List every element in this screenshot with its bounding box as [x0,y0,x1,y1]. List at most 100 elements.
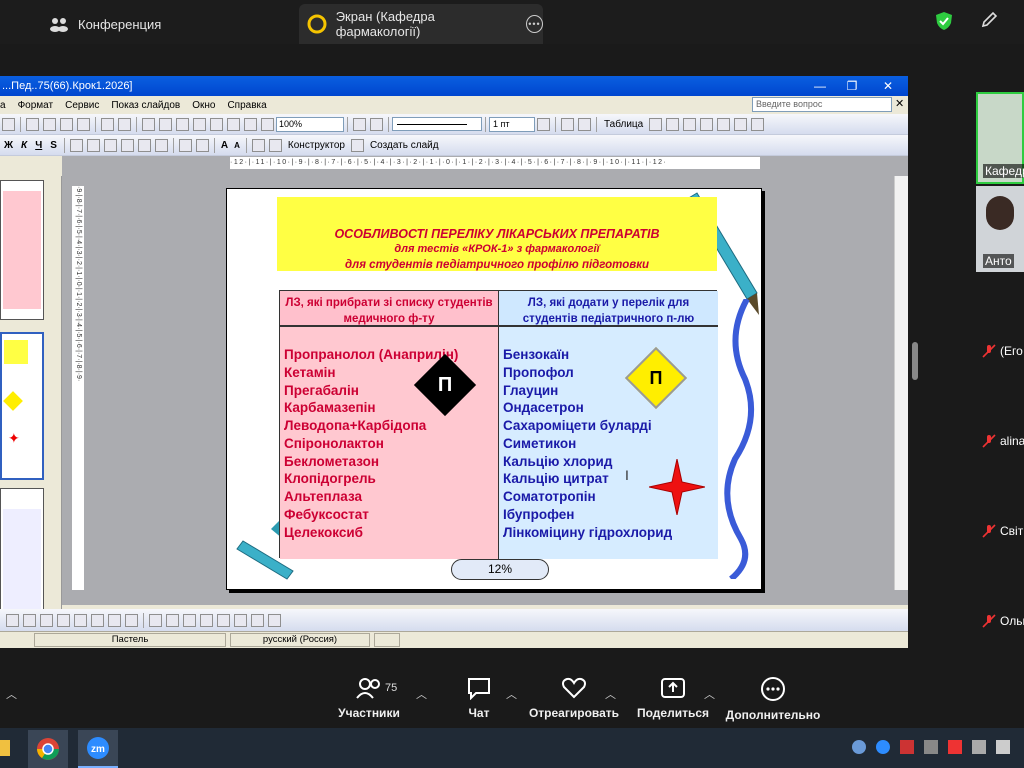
display-tray-icon[interactable] [996,740,1010,754]
mic-tray-icon[interactable] [948,740,962,754]
zoom-select[interactable]: 100% [276,116,344,132]
table-menu-button[interactable]: Таблица [604,119,643,130]
align-left-icon[interactable] [69,138,83,152]
numbering-icon[interactable] [137,138,151,152]
border-color-icon[interactable] [537,117,550,131]
fill-color-icon[interactable] [578,117,591,131]
color-icon[interactable] [261,117,274,131]
more-button[interactable]: Дополнительно [726,676,820,722]
help-search-input[interactable]: Введите вопрос [752,97,892,112]
slide-thumbnail-current[interactable]: ✦ [0,332,44,480]
indent-icon[interactable] [195,138,209,152]
usb-tray-icon[interactable] [972,740,986,754]
vertical-scrollbar[interactable] [894,176,908,590]
panel-resize-handle[interactable] [912,342,918,380]
text-direction-icon[interactable] [178,138,192,152]
menu-window[interactable]: Окно [186,100,221,111]
font-grow-icon[interactable]: A [221,140,228,151]
align-center-icon[interactable] [700,117,714,131]
fill-color-icon[interactable] [149,613,162,627]
close-button[interactable]: ✕ [876,76,900,96]
tables-borders-icon[interactable] [176,117,189,131]
chart-icon[interactable] [142,117,155,131]
eraser-icon[interactable] [370,117,383,131]
split-cells-icon[interactable] [666,117,680,131]
create-slide-button[interactable]: Создать слайд [370,140,439,151]
dash-style-icon[interactable] [217,613,230,627]
ellipse-icon[interactable] [40,613,53,627]
bullets-icon[interactable] [154,138,168,152]
chevron-up-icon[interactable]: ︿ [605,686,616,702]
new-slide-icon[interactable] [350,138,364,152]
menu-slideshow[interactable]: Показ слайдов [105,100,186,111]
line-weight-select[interactable]: 1 пт [489,116,535,132]
constructor-button[interactable]: Конструктор [288,140,345,151]
shadow-style-icon[interactable] [251,613,264,627]
skype-tray-icon[interactable] [852,740,866,754]
justify-icon[interactable] [120,138,134,152]
slide-thumbnail[interactable] [0,180,44,320]
undo-icon[interactable] [101,117,114,131]
clipart-icon[interactable] [108,613,121,627]
format-painter-icon[interactable] [77,117,90,131]
folder-icon[interactable] [0,740,10,756]
bold-icon[interactable]: Ж [4,140,13,151]
zoom-tray-icon[interactable] [876,740,890,754]
borders-icon[interactable] [561,117,574,131]
grid-icon[interactable] [244,117,257,131]
distribute-rows-icon[interactable] [734,117,748,131]
chevron-up-icon[interactable]: ︿ [704,686,715,702]
chevron-up-icon[interactable]: ︿ [6,686,17,702]
maximize-button[interactable]: ❐ [840,76,864,96]
hyperlink-icon[interactable] [210,117,223,131]
menu-service[interactable]: Сервис [59,100,105,111]
minimize-button[interactable]: — [808,76,832,96]
expand-icon[interactable] [227,117,240,131]
align-bottom-icon[interactable] [717,117,731,131]
font-color-icon[interactable] [183,613,196,627]
textbox-icon[interactable] [57,613,70,627]
design-icon[interactable] [268,138,282,152]
annotate-pen-icon[interactable] [979,10,999,35]
more-options-icon[interactable]: ••• [525,15,543,33]
align-top-icon[interactable] [683,117,697,131]
taskbar-chrome[interactable] [28,730,68,768]
paste-icon[interactable] [60,117,73,131]
line-color-icon[interactable] [166,613,179,627]
chevron-up-icon[interactable]: ︿ [416,686,427,702]
rectangle-icon[interactable] [23,613,36,627]
distribute-cols-icon[interactable] [751,117,765,131]
italic-icon[interactable]: К [21,140,27,151]
draw-table-icon[interactable] [353,117,366,131]
table-icon[interactable] [159,117,172,131]
chat-button[interactable]: Чат [462,676,496,720]
redo-icon[interactable] [118,117,131,131]
picture-icon[interactable] [125,613,138,627]
insert-icon[interactable] [193,117,206,131]
align-right-icon[interactable] [103,138,117,152]
slide-thumbnail[interactable] [0,488,44,614]
tab-screen-share[interactable]: Экран (Кафедра фармакології) ••• [299,4,543,44]
shield-icon[interactable] [935,11,953,36]
menu-help[interactable]: Справка [221,100,272,111]
diagram-icon[interactable] [91,613,104,627]
select-arrow-icon[interactable] [6,613,19,627]
chevron-up-icon[interactable]: ︿ [506,686,517,702]
toolbar-icon[interactable] [2,117,15,131]
underline-icon[interactable]: Ч [35,140,42,151]
menu-item[interactable]: а [0,100,12,111]
taskbar-zoom[interactable]: zm [78,730,118,768]
font-shrink-icon[interactable]: A [234,141,240,150]
close-doc-icon[interactable]: ✕ [895,97,904,110]
3d-style-icon[interactable] [268,613,281,627]
shadow-icon[interactable]: S [50,140,57,151]
copy-icon[interactable] [43,117,56,131]
line-style-select[interactable] [392,117,482,131]
tab-meeting[interactable]: Конференция [36,4,296,44]
tray-icon[interactable] [900,740,914,754]
menu-format[interactable]: Формат [12,100,60,111]
arrow-style-icon[interactable] [234,613,247,627]
wordart-icon[interactable] [74,613,87,627]
cut-icon[interactable] [26,117,39,131]
merge-cells-icon[interactable] [649,117,663,131]
